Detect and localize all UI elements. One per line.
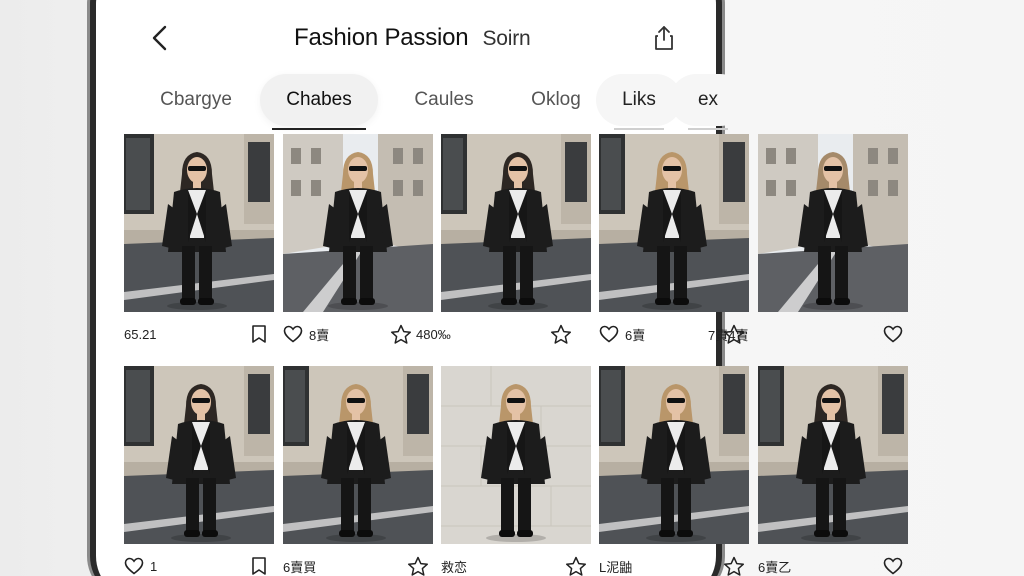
photo-meta: 1 (124, 552, 274, 576)
photo-meta: 6賣買 (283, 552, 433, 576)
photo-meta: 6賣乙 (758, 552, 908, 576)
star-icon[interactable] (390, 323, 412, 345)
phone-side-button (90, 90, 94, 130)
star-icon[interactable] (550, 323, 572, 345)
app-screen: Fashion Passion Soirn Cbargye Chabes Caules… (110, 0, 1024, 576)
photo-meta-extra (550, 320, 610, 348)
engagement-count: 6賣乙 (758, 559, 792, 575)
outfit-photo[interactable] (441, 134, 591, 312)
engagement-count: 救恋 (441, 559, 468, 575)
engagement-count: 480‰ (416, 326, 451, 342)
photo-meta (758, 320, 908, 348)
back-button[interactable] (146, 22, 174, 54)
page-title-text: Fashion Passion (294, 24, 469, 51)
share-icon (655, 26, 673, 50)
photo-meta-extra: 480‰ (390, 320, 451, 348)
share-button[interactable] (650, 22, 678, 54)
app-stage: Fashion Passion Soirn Cbargye Chabes Caules… (0, 0, 1024, 576)
engagement-count: 1 (150, 558, 158, 574)
heart-icon[interactable] (283, 323, 305, 345)
heart-icon[interactable] (124, 555, 146, 576)
chevron-left-icon (152, 25, 167, 51)
outfit-photo[interactable] (599, 134, 749, 312)
category-tabs: Cbargye Chabes Caules Oklog Liks ex (140, 74, 750, 130)
page-subtitle: Soirn (482, 27, 531, 50)
outfit-photo[interactable] (758, 134, 908, 312)
phone-side-button (90, 140, 94, 186)
tab-oklog[interactable]: Oklog (502, 74, 610, 126)
bookmark-icon[interactable] (248, 555, 270, 576)
outfit-photo[interactable] (283, 366, 433, 544)
tab-ex[interactable]: ex (670, 74, 746, 130)
star-icon[interactable] (723, 555, 745, 576)
photo-meta: 救恋 (441, 552, 591, 576)
tab-caules[interactable]: Caules (392, 74, 496, 126)
tab-chabes[interactable]: Chabes (260, 74, 378, 130)
outfit-photo[interactable] (441, 366, 591, 544)
engagement-count: 7責4賣 (708, 327, 749, 343)
engagement-count: 65.21 (124, 326, 157, 342)
bookmark-icon[interactable] (248, 323, 270, 345)
outfit-photo[interactable] (124, 366, 274, 544)
outfit-photo[interactable] (124, 134, 274, 312)
app-header: Fashion Passion Soirn (110, 0, 710, 72)
photo-meta: 65.21 (124, 320, 274, 348)
outfit-photo[interactable] (758, 366, 908, 544)
engagement-count: L泥鼬 (599, 559, 633, 575)
outfit-photo[interactable] (283, 134, 433, 312)
star-icon[interactable] (565, 555, 587, 576)
photo-meta-extra: 7責4賣 (708, 320, 768, 348)
engagement-count: 6賣買 (283, 559, 317, 575)
star-icon[interactable] (407, 555, 429, 576)
tab-cbargye[interactable]: Cbargye (140, 74, 252, 126)
heart-icon[interactable] (882, 555, 904, 576)
photo-meta: L泥鼬 (599, 552, 749, 576)
page-title: Fashion Passion Soirn (294, 24, 531, 52)
outfit-photo[interactable] (599, 366, 749, 544)
heart-icon[interactable] (882, 323, 904, 345)
